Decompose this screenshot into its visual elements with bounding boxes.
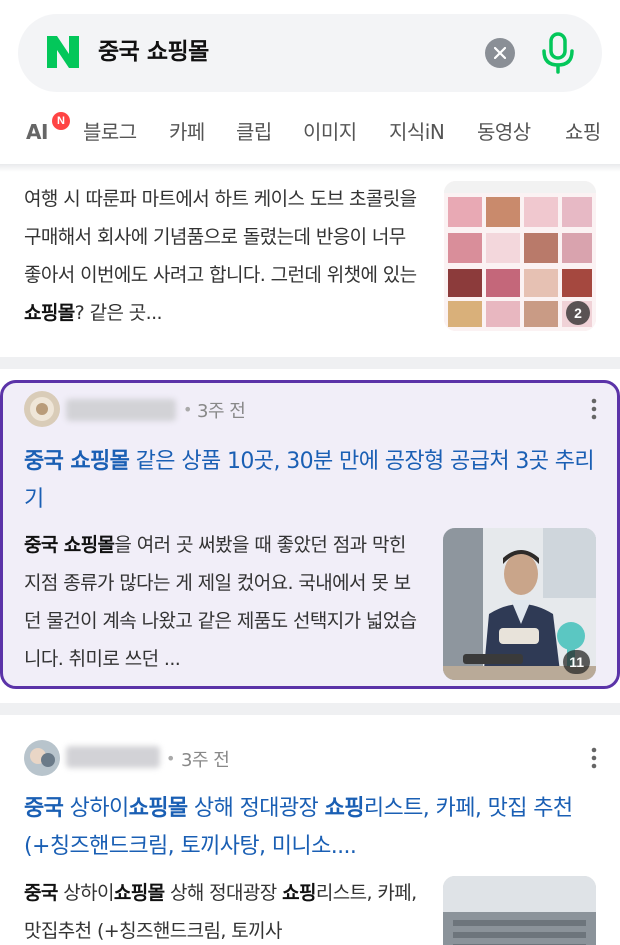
meta-separator: •	[183, 400, 193, 419]
card1-desc-text: 여행 시 따룬파 마트에서 하트 케이스 도브 초콜릿을 구매해서 회사에 기념…	[24, 188, 417, 286]
tab-cafe[interactable]: 카페	[169, 118, 205, 146]
card3-desc-text: 상해 정대광장	[164, 882, 283, 904]
card1-desc-keyword: 쇼핑몰	[24, 302, 75, 324]
tab-knowledge-in[interactable]: 지식iN	[389, 118, 445, 146]
section-divider	[0, 703, 620, 715]
card3-thumbnail[interactable]	[443, 876, 596, 945]
card2-description[interactable]: 중국 쇼핑몰을 여러 곳 써봤을 때 좋았던 점과 막힌 지점 종류가 많다는 …	[24, 526, 419, 678]
card1-desc-tail: ? 같은 곳...	[74, 302, 163, 324]
author-name-redacted[interactable]	[66, 746, 160, 768]
card2-thumbnail[interactable]: 11	[443, 528, 596, 680]
naver-logo-icon[interactable]	[45, 34, 81, 70]
card3-desc-keyword: 쇼핑	[282, 882, 316, 904]
more-options-icon[interactable]	[588, 397, 600, 421]
card1-description[interactable]: 여행 시 따룬파 마트에서 하트 케이스 도브 초콜릿을 구매해서 회사에 기념…	[24, 180, 424, 332]
card3-title-keyword: 쇼핑	[324, 796, 365, 821]
tab-clip[interactable]: 클립	[236, 118, 272, 146]
tab-ai[interactable]: AI	[26, 118, 48, 146]
close-icon	[494, 47, 506, 59]
building-photo	[443, 876, 596, 945]
post-time: 3주 전	[181, 750, 230, 771]
search-tabs: AI 블로그 카페 클립 이미지 지식iN 동영상 쇼핑	[0, 108, 620, 158]
image-count-badge: 11	[563, 650, 590, 674]
image-count-badge: 2	[566, 301, 590, 325]
card3-title-link[interactable]: 중국 상하이쇼핑몰 상해 정대광장 쇼핑리스트, 카페, 맛집 추천 (+칭즈핸…	[24, 790, 599, 866]
author-name-redacted[interactable]	[66, 399, 176, 421]
tab-images[interactable]: 이미지	[303, 118, 357, 146]
card3-description[interactable]: 중국 상하이쇼핑몰 상해 정대광장 쇼핑리스트, 카페, 맛집추천 (+칭즈핸드…	[24, 874, 419, 945]
card3-title-text: 상해 정대광장	[187, 796, 325, 821]
avatar[interactable]	[24, 391, 60, 427]
tab-shopping[interactable]: 쇼핑	[565, 118, 601, 146]
card3-title-keyword: 중국	[24, 796, 64, 821]
avatar-image	[24, 740, 60, 776]
search-input[interactable]: 중국 쇼핑몰	[98, 32, 209, 72]
post-time: 3주 전	[197, 401, 246, 422]
card3-title-keyword: 쇼핑몰	[128, 796, 189, 821]
search-bar[interactable]: 중국 쇼핑몰	[18, 14, 602, 92]
card3-desc-keyword: 중국	[24, 882, 58, 904]
card2-title-keyword: 중국 쇼핑몰	[24, 449, 130, 474]
card3-desc-keyword: 쇼핑몰	[113, 882, 165, 904]
section-divider	[0, 357, 620, 369]
tab-video[interactable]: 동영상	[477, 118, 531, 146]
microphone-icon[interactable]	[538, 31, 578, 75]
clear-search-button[interactable]	[485, 38, 515, 68]
more-options-icon[interactable]	[588, 746, 600, 770]
avatar[interactable]	[24, 740, 60, 776]
card3-title-text: 상하이	[63, 796, 130, 821]
header-divider	[0, 164, 620, 172]
tab-blog[interactable]: 블로그	[83, 118, 137, 146]
ai-new-badge: N	[52, 112, 70, 130]
card2-title-link[interactable]: 중국 쇼핑몰 같은 상품 10곳, 30분 만에 공장형 공급처 3곳 추리기	[24, 443, 599, 519]
meta-separator: •	[166, 749, 176, 768]
card2-desc-keyword: 중국 쇼핑몰	[24, 534, 115, 556]
avatar-image	[24, 391, 60, 427]
card3-desc-text: 상하이	[57, 882, 114, 904]
card1-thumbnail[interactable]: 2	[444, 181, 596, 331]
